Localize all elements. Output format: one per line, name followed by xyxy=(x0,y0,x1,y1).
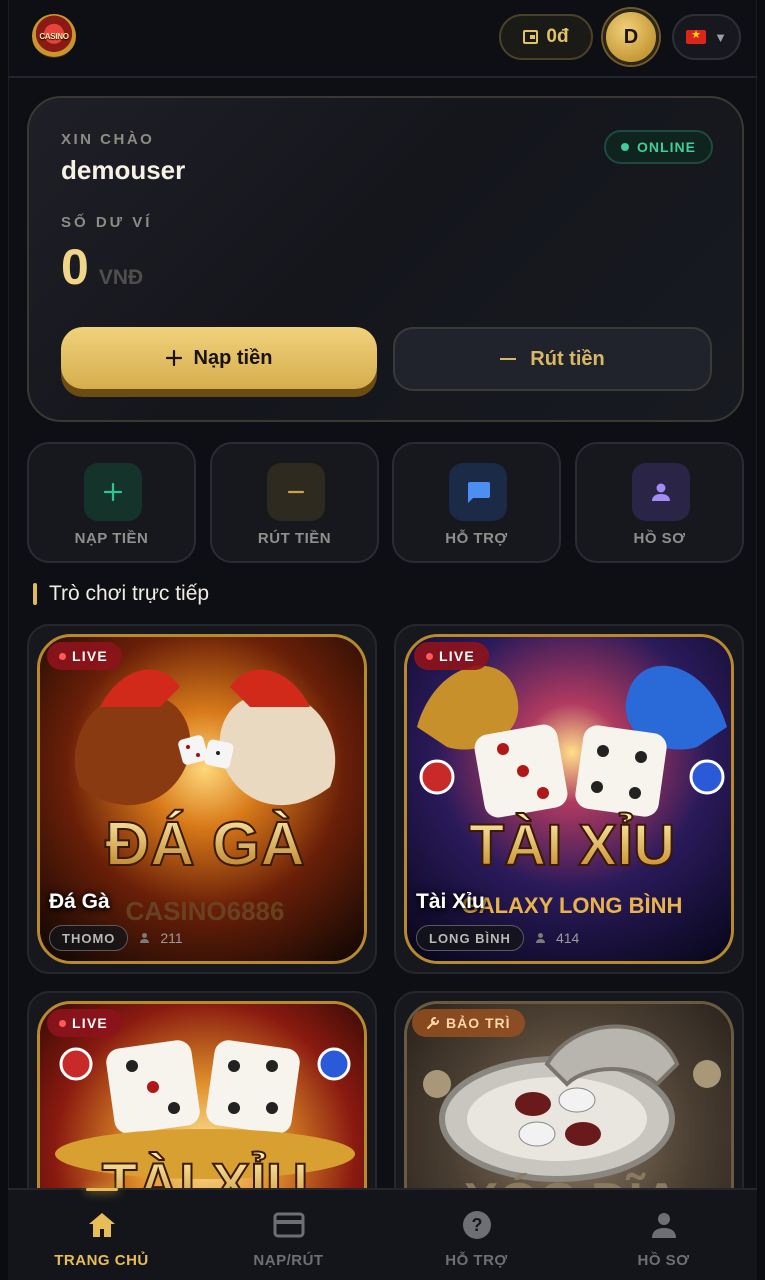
casino-logo[interactable]: CASINO xyxy=(32,14,76,58)
live-dot-icon xyxy=(426,652,433,660)
quick-action-support[interactable]: HỖ TRỢ xyxy=(392,442,561,563)
quick-action-label: RÚT TIỀN xyxy=(257,530,332,547)
balance-card: XIN CHÀO demouser ONLINE SỐ DƯ VÍ 0 VNĐ … xyxy=(27,96,744,422)
language-selector[interactable]: ▼ xyxy=(672,14,741,60)
section-title-text: Trò chơi trực tiếp xyxy=(49,582,210,605)
wallet-label: SỐ DƯ VÍ xyxy=(61,214,153,231)
plus-icon xyxy=(84,463,142,521)
status-badge: ONLINE xyxy=(604,130,713,164)
balance-row: 0 VNĐ xyxy=(61,238,143,296)
game-card-maintenance[interactable]: XÓC ĐĨA BẢO TRÌ xyxy=(394,991,744,1211)
quick-action-label: HỖ TRỢ xyxy=(445,530,508,547)
quick-action-label: HỒ SƠ xyxy=(633,530,686,547)
quick-action-profile[interactable]: HỒ SƠ xyxy=(575,442,744,563)
quick-action-label: NẠP TIỀN xyxy=(74,530,149,547)
nav-home[interactable]: TRANG CHỦ xyxy=(8,1188,195,1280)
player-count-value: 414 xyxy=(555,930,580,946)
nav-label: HỖ TRỢ xyxy=(445,1252,508,1269)
profile-icon xyxy=(647,1210,681,1240)
avatar-initial: D xyxy=(623,25,639,48)
logo-text: CASINO xyxy=(39,31,69,41)
home-icon xyxy=(85,1210,119,1240)
rooster-fight-illustration: ĐÁ GÀ CASINO6886 xyxy=(40,637,364,961)
game-name: Tài Xỉu xyxy=(416,890,485,913)
user-icon xyxy=(632,463,690,521)
player-count-value: 211 xyxy=(160,930,183,946)
live-badge: LIVE xyxy=(47,642,122,670)
status-text: ONLINE xyxy=(637,139,696,155)
wallet-icon xyxy=(523,30,539,44)
help-icon: ? xyxy=(460,1210,494,1240)
vietnam-flag-icon xyxy=(686,28,707,44)
game-name: Đá Gà xyxy=(49,890,110,913)
balance-amount: 0 xyxy=(61,239,89,295)
wallet-amount: 0đ xyxy=(546,26,569,47)
badge-text: LIVE xyxy=(72,648,108,664)
maintenance-badge: BẢO TRÌ xyxy=(412,1009,525,1037)
nav-profile[interactable]: HỒ SƠ xyxy=(570,1190,757,1280)
badge-text: BẢO TRÌ xyxy=(446,1015,511,1031)
players-icon xyxy=(140,933,154,943)
minus-icon xyxy=(267,463,325,521)
art-subtitle: GALAXY LONG BÌNH xyxy=(462,893,683,918)
top-header: CASINO 0đ D ▼ xyxy=(0,0,765,76)
nav-label: NẠP/RÚT xyxy=(253,1252,324,1269)
dragon-dice-illustration: TÀI XỈU GALAXY LONG BÌNH xyxy=(407,637,731,961)
bottom-navigation: TRANG CHỦ NẠP/RÚT ? HỖ TRỢ HỒ SƠ xyxy=(8,1188,757,1280)
balance-currency: VNĐ xyxy=(98,266,144,289)
game-meta: THOMO 211 xyxy=(49,925,183,951)
deposit-button[interactable]: Nạp tiền xyxy=(61,327,377,389)
section-accent-bar xyxy=(33,583,37,605)
live-badge: LIVE xyxy=(47,1009,122,1037)
active-indicator xyxy=(86,1188,118,1191)
game-meta: LONG BÌNH 414 xyxy=(416,925,579,951)
game-card-tai-xiu-2[interactable]: TÀI XỈU LIVE xyxy=(27,991,377,1211)
wrench-icon xyxy=(427,1017,439,1029)
chevron-down-icon: ▼ xyxy=(714,29,727,45)
minus-icon xyxy=(500,358,517,360)
badge-text: LIVE xyxy=(72,1015,108,1031)
chat-icon xyxy=(449,463,507,521)
greeting-label: XIN CHÀO xyxy=(61,131,155,148)
nav-deposit-withdraw[interactable]: NẠP/RÚT xyxy=(195,1190,382,1280)
avatar[interactable]: D xyxy=(603,9,659,65)
game-art-tai-xiu: TÀI XỈU GALAXY LONG BÌNH xyxy=(404,634,734,964)
players-icon xyxy=(535,933,550,943)
withdraw-button-label: Rút tiền xyxy=(530,347,605,370)
header-divider xyxy=(8,76,757,78)
deposit-button-label: Nạp tiền xyxy=(193,346,273,369)
game-card-tai-xiu[interactable]: TÀI XỈU GALAXY LONG BÌNH LIVE Tài Xỉu LO… xyxy=(394,624,744,974)
art-title: ĐÁ GÀ xyxy=(105,810,305,879)
game-card-da-ga[interactable]: ĐÁ GÀ CASINO6886 LIVE Đá Gà THOMO 211 xyxy=(27,624,377,974)
card-icon xyxy=(272,1210,306,1240)
live-dot-icon xyxy=(59,652,66,660)
nav-label: HỒ SƠ xyxy=(637,1252,690,1269)
username: demouser xyxy=(61,155,186,185)
nav-support[interactable]: ? HỖ TRỢ xyxy=(383,1190,570,1280)
location-tag: LONG BÌNH xyxy=(416,925,524,951)
plus-icon xyxy=(165,350,182,366)
player-count: 414 xyxy=(535,930,580,946)
online-dot-icon xyxy=(621,143,630,151)
live-dot-icon xyxy=(59,1019,66,1027)
quick-action-deposit[interactable]: NẠP TIỀN xyxy=(27,442,196,563)
quick-action-withdraw[interactable]: RÚT TIỀN xyxy=(210,442,379,563)
nav-label: TRANG CHỦ xyxy=(54,1252,149,1269)
art-subtitle: CASINO6886 xyxy=(126,896,285,926)
live-games-section-title: Trò chơi trực tiếp xyxy=(33,582,209,606)
live-badge: LIVE xyxy=(414,642,489,670)
art-title: TÀI XỈU xyxy=(469,813,675,878)
withdraw-button[interactable]: Rút tiền xyxy=(393,327,712,391)
location-tag: THOMO xyxy=(49,925,129,951)
svg-text:?: ? xyxy=(471,1215,482,1235)
badge-text: LIVE xyxy=(439,648,475,664)
player-count: 211 xyxy=(140,930,183,946)
wallet-balance-pill[interactable]: 0đ xyxy=(499,14,593,60)
game-art-da-ga: ĐÁ GÀ CASINO6886 xyxy=(37,634,367,964)
